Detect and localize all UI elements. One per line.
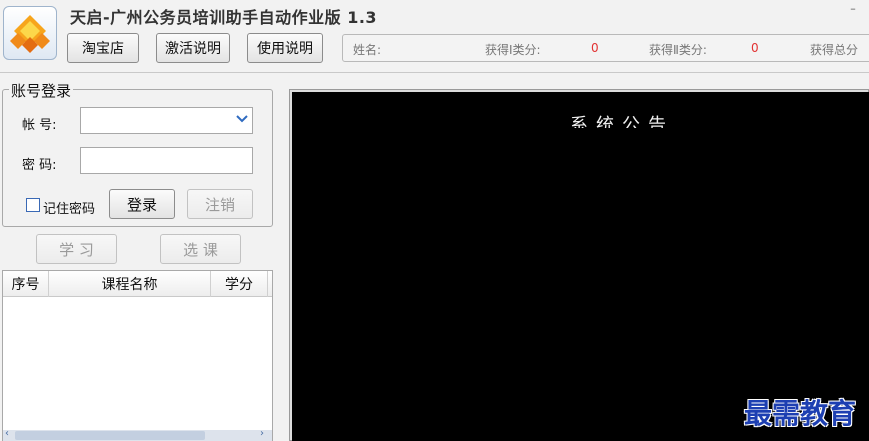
video-area[interactable]: 系统公告 — [292, 92, 869, 441]
password-field[interactable] — [80, 147, 253, 174]
minimize-icon[interactable]: – — [838, 2, 868, 16]
select-course-button[interactable]: 选 课 — [160, 234, 241, 264]
logout-button[interactable]: 注销 — [187, 189, 253, 219]
column-header-course-name[interactable]: 课程名称 — [49, 271, 211, 297]
app-title: 天启-广州公务员培训助手自动作业版 1.3 — [70, 8, 378, 27]
course-list-scrollbar[interactable]: ‹ › — [3, 428, 272, 441]
chevron-down-icon[interactable] — [235, 112, 249, 126]
scrollbar-thumb[interactable] — [15, 431, 205, 440]
class2-score-label: 获得Ⅱ类分: — [649, 43, 707, 57]
name-label: 姓名: — [353, 43, 382, 57]
class1-score-value: 0 — [591, 41, 599, 55]
class1-score-label: 获得Ⅰ类分: — [485, 43, 541, 57]
password-label: 密 码: — [22, 158, 57, 173]
video-overlay-text: 系统公告 — [570, 115, 674, 128]
remember-password-checkbox[interactable] — [26, 198, 40, 212]
scroll-right-icon[interactable]: › — [260, 428, 264, 439]
remember-password-label: 记住密码 — [43, 202, 96, 217]
taobao-button[interactable]: 淘宝店 — [67, 33, 139, 63]
usage-guide-button[interactable]: 使用说明 — [247, 33, 323, 63]
course-list-header: 序号 课程名称 学分 — [3, 271, 272, 297]
scroll-left-icon[interactable]: ‹ — [5, 428, 9, 439]
column-header-credit[interactable]: 学分 — [211, 271, 268, 297]
total-score-label: 获得总分 — [810, 43, 859, 57]
column-header-index[interactable]: 序号 — [3, 271, 49, 297]
score-info-bar: 姓名: 获得Ⅰ类分: 0 获得Ⅱ类分: 0 获得总分 — [342, 34, 869, 62]
watermark: 最需教育 — [744, 397, 857, 430]
class2-score-value: 0 — [751, 41, 759, 55]
login-group-title: 账号登录 — [9, 80, 74, 101]
activation-guide-button[interactable]: 激活说明 — [156, 33, 230, 63]
account-select[interactable] — [80, 107, 253, 134]
account-label: 帐 号: — [22, 118, 57, 133]
app-logo-icon — [3, 6, 57, 60]
study-button[interactable]: 学 习 — [36, 234, 117, 264]
header-divider — [0, 72, 869, 73]
login-button[interactable]: 登录 — [109, 189, 175, 219]
